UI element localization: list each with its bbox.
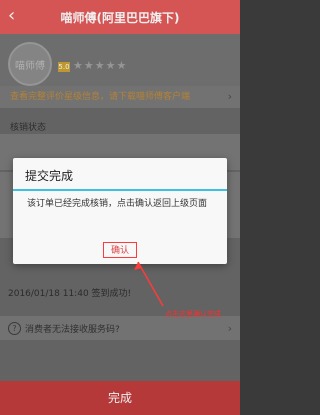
annotation-arrow	[134, 261, 164, 307]
arrow-line	[137, 261, 164, 307]
annotation-text: 点击这里确认完成	[165, 310, 221, 318]
